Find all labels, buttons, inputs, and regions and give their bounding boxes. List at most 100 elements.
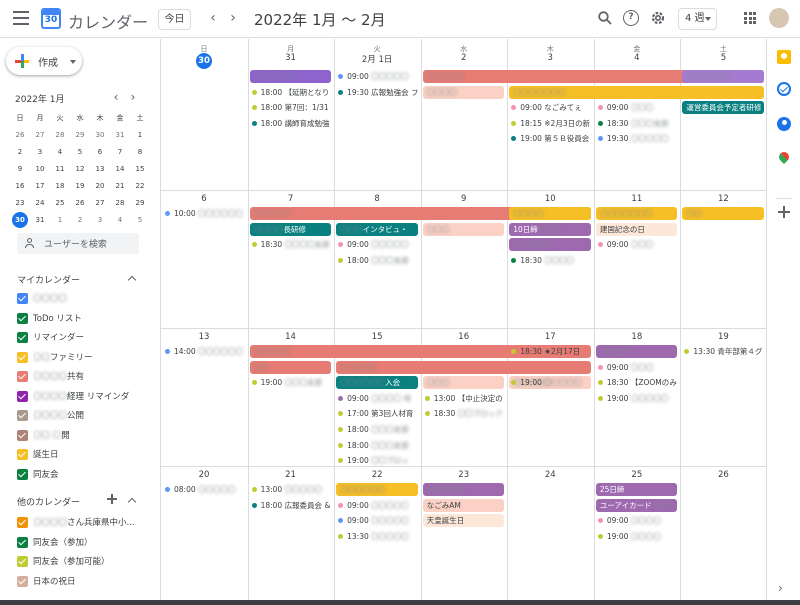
- date-number[interactable]: 31: [248, 53, 334, 63]
- event-chip[interactable]: 〇〇〇〇長研修: [249, 222, 332, 236]
- timed-event[interactable]: 14:00 〇〇〇〇〇〇: [161, 345, 245, 358]
- date-number[interactable]: 24: [507, 470, 593, 480]
- date-number[interactable]: 4: [594, 53, 680, 63]
- mini-calendar-day[interactable]: 21: [111, 178, 129, 194]
- calendar-checkbox[interactable]: [17, 351, 28, 363]
- date-number[interactable]: 5: [680, 53, 766, 63]
- timed-event[interactable]: 09:00 〇〇〇〇〇: [334, 70, 418, 83]
- mini-calendar-day[interactable]: 3: [91, 212, 109, 228]
- date-number[interactable]: 25: [594, 470, 680, 480]
- today-button[interactable]: 今日: [158, 9, 191, 30]
- main-menu-icon[interactable]: [13, 11, 29, 25]
- calendar-checkbox[interactable]: [17, 293, 28, 304]
- event-chip[interactable]: 〇〇〇〇〇: [509, 238, 591, 252]
- mini-calendar-day[interactable]: 15: [131, 161, 149, 177]
- timed-event[interactable]: 09:00 〇〇〇: [594, 101, 678, 114]
- mini-calendar-day[interactable]: 22: [131, 178, 149, 194]
- timed-event[interactable]: 18:00 【延期となり: [248, 86, 332, 99]
- mini-calendar-day[interactable]: 4: [111, 212, 129, 228]
- date-number[interactable]: 18: [594, 332, 680, 342]
- keep-icon[interactable]: [777, 50, 791, 64]
- timed-event[interactable]: 19:00 〇〇〇〇〇: [594, 392, 678, 405]
- date-number[interactable]: 12: [680, 194, 766, 204]
- calendar-list-item[interactable]: ToDo リスト: [15, 310, 150, 327]
- calendar-list-item[interactable]: 日本の祝日: [15, 573, 150, 590]
- timed-event[interactable]: 18:00 〇〇〇支部: [334, 439, 418, 452]
- event-chip[interactable]: 〇〇〇〇〇: [422, 483, 505, 496]
- date-number[interactable]: 11: [594, 194, 680, 204]
- event-chip[interactable]: 〇〇〇〇: [595, 345, 678, 358]
- timed-event[interactable]: 13:00 〇〇〇〇〇: [248, 483, 332, 496]
- timed-event[interactable]: 09:00 〇〇〇: [594, 238, 678, 251]
- date-number[interactable]: 17: [507, 332, 593, 342]
- date-number[interactable]: 14: [248, 332, 334, 342]
- other-calendars-heading[interactable]: 他のカレンダー: [17, 495, 80, 508]
- timed-event[interactable]: 19:00 第５Ｂ役員会: [507, 132, 591, 145]
- calendar-checkbox[interactable]: [17, 332, 28, 343]
- event-chip[interactable]: 〇〇〇〇: [509, 207, 591, 220]
- timed-event[interactable]: 18:00 〇〇〇支部: [334, 423, 418, 436]
- event-chip[interactable]: 〇〇〇〇〇〇入会: [336, 376, 418, 390]
- event-chip[interactable]: 〇〇〇〇〇〇〇: [595, 207, 678, 220]
- mini-calendar-day[interactable]: 5: [131, 212, 149, 228]
- timed-event[interactable]: 13:30 青年部第４グ: [680, 345, 764, 358]
- calendar-checkbox[interactable]: [17, 410, 28, 421]
- timed-event[interactable]: 19:00 〇〇〇〇〇: [507, 376, 591, 389]
- timed-event[interactable]: 13:30 〇〇〇〇〇: [334, 530, 418, 543]
- mini-calendar-day[interactable]: 2: [71, 212, 89, 228]
- date-number[interactable]: 13: [161, 332, 247, 342]
- today-date-number[interactable]: 30: [161, 53, 247, 69]
- mini-calendar-day[interactable]: 14: [111, 161, 129, 177]
- google-apps-icon[interactable]: [744, 12, 756, 24]
- event-chip[interactable]: 運営委員会予定者研修: [682, 101, 764, 115]
- calendar-list-item[interactable]: 〇〇〇〇公開: [15, 407, 150, 424]
- expand-panel-chevron-icon[interactable]: ›: [778, 581, 783, 595]
- calendar-list-item[interactable]: 〇〇 〇開: [15, 427, 150, 444]
- event-chip[interactable]: 建国記念の日: [595, 222, 678, 236]
- timed-event[interactable]: 09:00 〇〇〇〇〇: [334, 514, 418, 527]
- event-chip[interactable]: 〇〇〇〇〇〇: [682, 70, 764, 83]
- mini-calendar-day[interactable]: 27: [91, 195, 109, 211]
- calendar-list-item[interactable]: 同友会: [15, 466, 150, 483]
- timed-event[interactable]: 18:00 広報委員会 &: [248, 499, 332, 512]
- help-icon[interactable]: ?: [623, 10, 639, 26]
- timed-event[interactable]: 09:00 〇〇〇〇 IB: [334, 392, 418, 405]
- mini-calendar-day[interactable]: 28: [111, 195, 129, 211]
- date-number[interactable]: 15: [334, 332, 420, 342]
- calendar-list-item[interactable]: 同友会（参加）: [15, 534, 150, 551]
- timed-event[interactable]: 18:00 講師育成勉強: [248, 117, 332, 130]
- mini-calendar-day[interactable]: 13: [91, 161, 109, 177]
- calendar-list-item[interactable]: リマインダー: [15, 329, 150, 346]
- mini-calendar-day[interactable]: 26: [11, 127, 29, 143]
- mini-calendar-today[interactable]: 30: [12, 212, 28, 228]
- mini-calendar-day[interactable]: 17: [31, 178, 49, 194]
- mini-calendar-day[interactable]: 6: [91, 144, 109, 160]
- calendar-checkbox[interactable]: [17, 429, 28, 441]
- timed-event[interactable]: 09:00 〇〇〇〇〇: [334, 238, 418, 251]
- event-chip[interactable]: 25日締: [595, 483, 678, 496]
- timed-event[interactable]: 18:15 ※2月3日の新: [507, 117, 591, 130]
- calendar-checkbox[interactable]: [17, 536, 28, 548]
- timed-event[interactable]: 17:00 第3回人材育: [334, 407, 418, 420]
- mini-calendar-day[interactable]: 5: [71, 144, 89, 160]
- chevron-up-icon[interactable]: [127, 273, 137, 283]
- mini-calendar-day[interactable]: 9: [11, 161, 29, 177]
- calendar-list-item[interactable]: 〇〇ファミリー: [15, 349, 150, 366]
- event-chip[interactable]: 〇〇〇: [422, 376, 505, 390]
- create-button[interactable]: 作成: [6, 47, 82, 75]
- mini-calendar-day[interactable]: 19: [71, 178, 89, 194]
- account-avatar[interactable]: [769, 8, 789, 28]
- mini-calendar-day[interactable]: 8: [131, 144, 149, 160]
- mini-calendar-day[interactable]: 24: [31, 195, 49, 211]
- mini-calendar-day[interactable]: 18: [51, 178, 69, 194]
- event-chip[interactable]: 天皇誕生日: [422, 514, 505, 528]
- calendar-checkbox[interactable]: [17, 371, 28, 382]
- date-number[interactable]: 20: [161, 470, 247, 480]
- calendar-checkbox[interactable]: [17, 575, 28, 587]
- mini-calendar-day[interactable]: 10: [31, 161, 49, 177]
- event-chip[interactable]: ユーアイカード 〇〇: [595, 498, 678, 512]
- mini-calendar-day[interactable]: 11: [51, 161, 69, 177]
- date-number[interactable]: 3: [507, 53, 593, 63]
- calendar-checkbox[interactable]: [17, 468, 28, 480]
- timed-event[interactable]: 09:00 なごみてぇ: [507, 101, 591, 114]
